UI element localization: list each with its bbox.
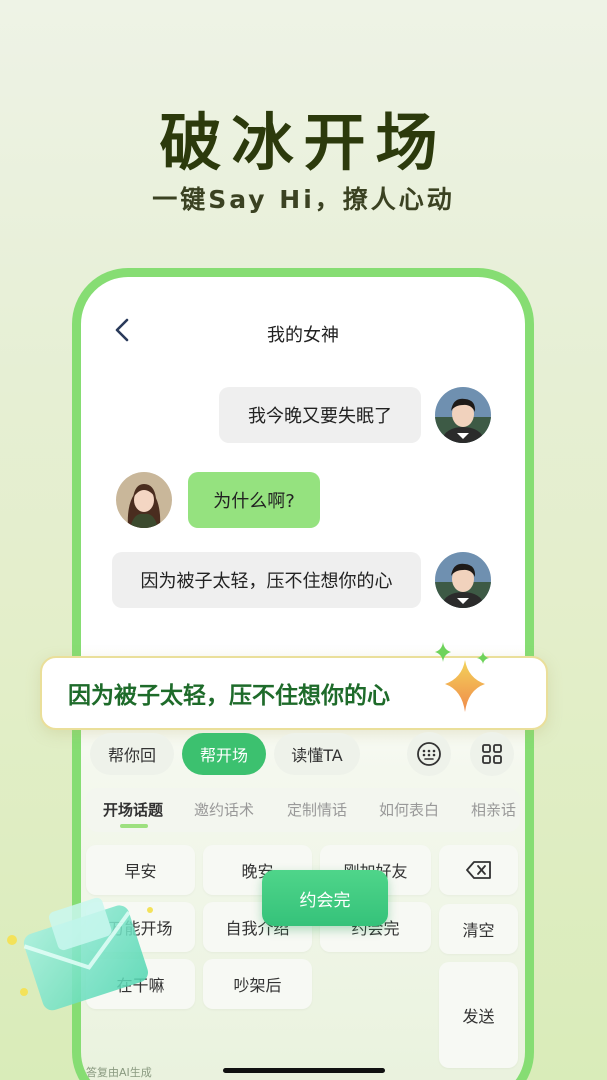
clear-button[interactable]: 清空 [439, 904, 518, 954]
hero-title: 破冰开场 [159, 106, 448, 179]
tab-blind-date[interactable]: 相亲话 [471, 788, 516, 832]
chip-help-open[interactable]: 帮开场 [182, 733, 266, 775]
send-button[interactable]: 发送 [439, 962, 518, 1068]
tab-active-indicator [120, 824, 148, 828]
avatar-me[interactable] [435, 552, 491, 608]
tab-custom-love-words[interactable]: 定制情话 [287, 788, 347, 832]
chat-title: 我的女神 [267, 325, 339, 346]
envelope-icon [7, 897, 153, 1011]
message-bubble-received: 为什么啊? [188, 472, 320, 528]
keyboard-icon[interactable] [407, 732, 451, 776]
hero-subtitle: 一键Say Hi，撩人心动 [152, 185, 455, 214]
message-bubble-sent: 因为被子太轻，压不住想你的心 [112, 552, 421, 608]
grid-icon[interactable] [470, 732, 514, 776]
home-indicator [223, 1068, 385, 1073]
backspace-icon [465, 861, 491, 879]
avatar-me[interactable] [435, 387, 491, 443]
topic-tabs: 开场话题 邀约话术 定制情话 如何表白 相亲话 [86, 788, 520, 832]
key-press-preview: 约会完 [262, 870, 388, 926]
ai-disclaimer: 答复由AI生成 [86, 1066, 152, 1079]
suggestion-text: 因为被子太轻，压不住想你的心 [68, 683, 390, 709]
avatar-her[interactable] [116, 472, 172, 528]
chip-read-ta[interactable]: 读懂TA [274, 733, 360, 775]
backspace-key[interactable] [439, 845, 518, 895]
chip-help-reply[interactable]: 帮你回 [90, 733, 174, 775]
sparkle-icon [435, 642, 489, 712]
tab-how-to-confess[interactable]: 如何表白 [379, 788, 439, 832]
message-bubble-sent: 我今晚又要失眠了 [219, 387, 421, 443]
tab-invite-scripts[interactable]: 邀约话术 [194, 788, 254, 832]
phrase-key[interactable]: 吵架后 [203, 959, 312, 1009]
